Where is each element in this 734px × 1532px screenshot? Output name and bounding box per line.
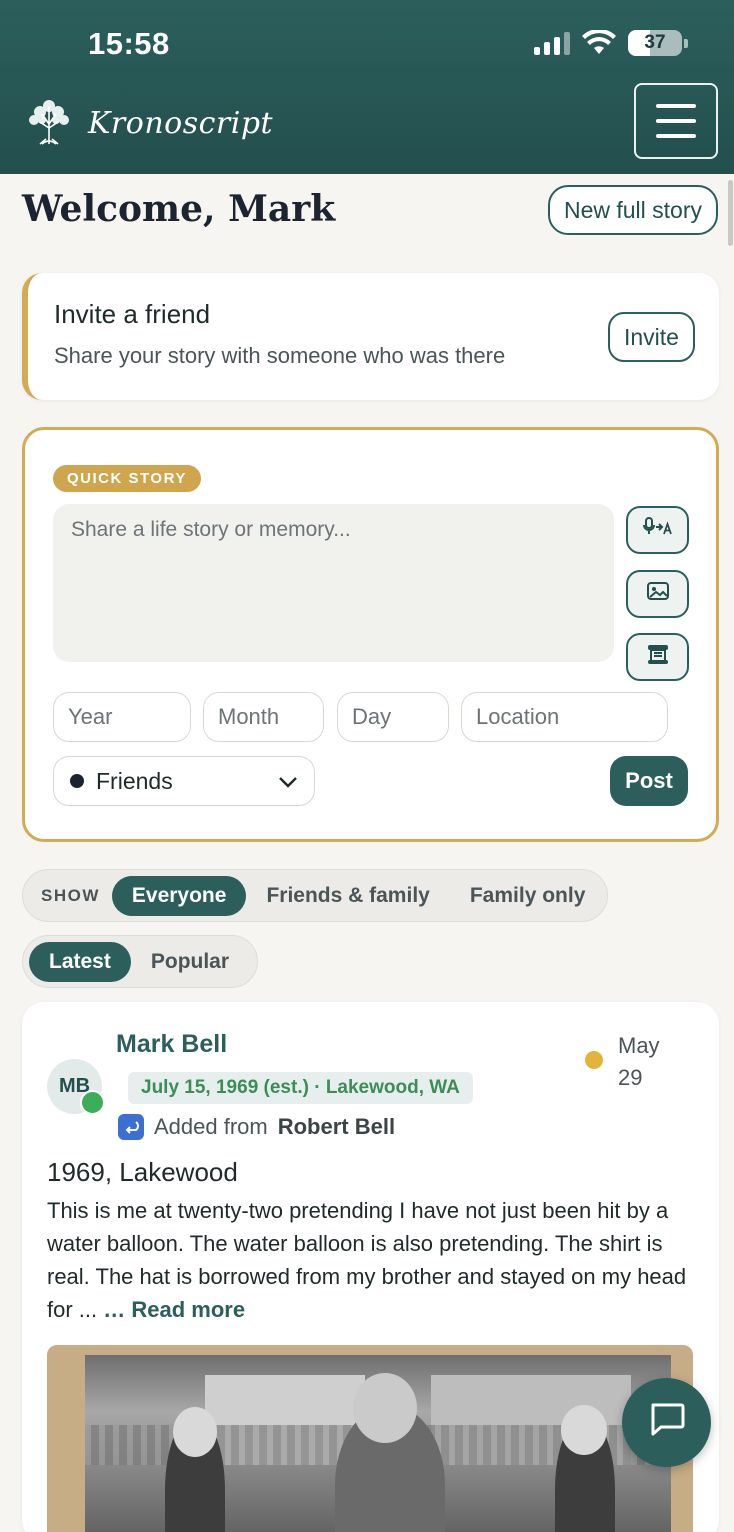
story-textarea[interactable]: Share a life story or memory... [53,504,614,662]
photo-face [173,1407,217,1457]
scroll-icon [646,643,670,671]
signal-icon [534,31,570,55]
post-date-month: May [618,1033,660,1058]
wifi-icon [582,28,616,56]
invite-title: Invite a friend [54,299,211,329]
audience-filter: SHOW Everyone Friends & family Family on… [22,869,608,922]
scrollbar[interactable] [728,180,733,246]
visibility-select[interactable]: Friends [53,756,315,806]
added-from: Added from Robert Bell [118,1114,395,1140]
brand-name: Kronoscript [88,106,274,141]
reshare-icon [118,1114,144,1140]
photo-face [353,1373,417,1443]
page-title: Welcome, Mark [22,188,336,230]
battery-level: 37 [644,32,666,53]
invite-button[interactable]: Invite [608,312,695,362]
filter-family-only[interactable]: Family only [450,876,606,916]
invite-card: Invite a friend Share your story with so… [22,273,719,400]
tree-logo-icon [22,94,76,153]
added-from-name[interactable]: Robert Bell [278,1114,395,1140]
hamburger-icon-line [656,104,696,108]
post-body: This is me at twenty-two pretending I ha… [47,1194,697,1326]
voice-to-text-button[interactable] [626,506,689,554]
chevron-down-icon [278,768,298,794]
filter-friends-family[interactable]: Friends & family [246,876,449,916]
scroll-button[interactable] [626,633,689,681]
post-date-day: 29 [618,1065,643,1090]
show-label: SHOW [41,885,100,905]
quick-story-badge: QUICK STORY [53,465,201,492]
story-post-card: MB Mark Bell July 15, 1969 (est.) · Lake… [22,1002,719,1532]
app-header: 15:58 37 Kronoscript [0,0,734,174]
visibility-dot-icon [70,774,84,788]
chat-button[interactable] [622,1378,711,1467]
menu-button[interactable] [634,83,718,159]
brand[interactable]: Kronoscript [22,94,273,153]
chat-bubble-icon [647,1401,687,1444]
post-author[interactable]: Mark Bell [116,1030,227,1059]
quick-story-card: QUICK STORY Share a life story or memory… [22,427,719,842]
add-photo-button[interactable] [626,570,689,618]
invite-subtitle: Share your story with someone who was th… [54,343,506,368]
post-title: 1969, Lakewood [47,1157,238,1187]
filter-everyone[interactable]: Everyone [111,875,247,916]
year-field[interactable]: Year [53,692,191,742]
post-meta-chip: July 15, 1969 (est.) · Lakewood, WA [128,1072,473,1104]
post-date: May 29 [618,1030,678,1094]
hamburger-icon-line [656,119,696,123]
photo-face [561,1405,607,1455]
sort-popular[interactable]: Popular [131,942,249,982]
hamburger-icon-line [656,134,696,138]
month-field[interactable]: Month [203,692,324,742]
unread-dot-icon [585,1051,603,1069]
status-indicators: 37 [534,28,688,56]
post-photo[interactable] [47,1345,693,1532]
read-more-link[interactable]: … Read more [103,1297,245,1322]
voice-to-text-icon [642,516,673,544]
new-full-story-button[interactable]: New full story [547,185,718,235]
location-field[interactable]: Location [461,692,668,742]
status-time: 15:58 [88,26,170,61]
day-field[interactable]: Day [337,692,449,742]
sort-latest[interactable]: Latest [29,941,131,982]
added-prefix: Added from [154,1114,268,1139]
battery-icon: 37 [628,30,688,56]
post-button[interactable]: Post [610,756,688,806]
online-status-icon [80,1090,105,1115]
sort-filter: Latest Popular [22,935,258,988]
image-icon [646,581,670,607]
photo-scene [85,1355,671,1532]
visibility-value: Friends [96,767,173,794]
